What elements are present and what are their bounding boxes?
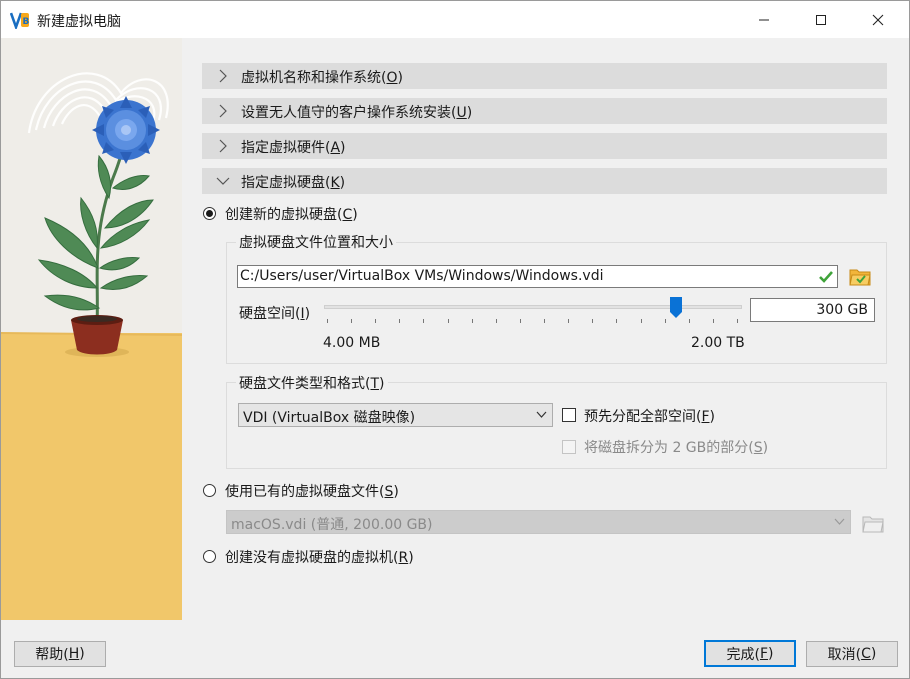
- chevron-right-icon: [219, 69, 227, 83]
- title-bar: B 新建虚拟电脑: [1, 1, 909, 38]
- disk-path-input[interactable]: C:/Users/user/VirtualBox VMs/Windows/Win…: [237, 265, 838, 288]
- slider-tick: [544, 319, 546, 323]
- disk-size-input[interactable]: 300 GB: [750, 298, 875, 322]
- no-disk-radio[interactable]: [203, 550, 216, 563]
- slider-tick: [471, 319, 473, 323]
- section-label: 指定虚拟硬盘(K): [241, 175, 346, 191]
- preallocate-label[interactable]: 预先分配全部空间(F): [584, 406, 715, 426]
- potted-flower-illustration: [1, 38, 182, 620]
- dialog-footer: 帮助(H) 完成(F) 取消(C): [1, 627, 909, 678]
- slider-tick: [592, 319, 594, 323]
- check-icon: [819, 271, 833, 283]
- slider-tick: [519, 319, 521, 323]
- slider-tick: [423, 319, 425, 323]
- folder-icon: [862, 516, 884, 533]
- folder-icon[interactable]: [849, 266, 871, 286]
- maximize-icon: [816, 14, 826, 25]
- format-group-title: 硬盘文件类型和格式(T): [236, 373, 388, 393]
- new-vm-dialog: B 新建虚拟电脑 虚拟机名称和操作系统(O) 设置无人值守的客户操作系统安装(U…: [0, 0, 910, 679]
- disk-size-value: 300 GB: [816, 302, 868, 318]
- slider-tick: [712, 319, 714, 323]
- minimize-button[interactable]: [741, 1, 787, 38]
- slider-tick: [688, 319, 690, 323]
- slider-tick: [737, 319, 738, 323]
- existing-disk-select: macOS.vdi (普通, 200.00 GB): [226, 510, 851, 534]
- minimize-icon: [759, 19, 769, 20]
- slider-tick: [327, 319, 328, 323]
- section-label: 设置无人值守的客户操作系统安装(U): [241, 105, 473, 121]
- slider-tick: [351, 319, 353, 323]
- disk-format-value: VDI (VirtualBox 磁盘映像): [243, 410, 416, 426]
- chevron-down-icon: [834, 518, 845, 525]
- slider-tick: [568, 319, 570, 323]
- chevron-down-icon: [216, 177, 230, 185]
- use-existing-disk-radio[interactable]: [203, 484, 216, 497]
- finish-button[interactable]: 完成(F): [704, 640, 796, 667]
- use-existing-disk-label[interactable]: 使用已有的虚拟硬盘文件(S): [225, 481, 399, 501]
- wizard-illustration: [1, 38, 182, 620]
- svg-text:B: B: [23, 17, 30, 27]
- create-new-disk-label[interactable]: 创建新的虚拟硬盘(C): [225, 204, 358, 224]
- slider-min-label: 4.00 MB: [323, 335, 381, 351]
- section-label: 虚拟机名称和操作系统(O): [241, 70, 403, 86]
- close-button[interactable]: [855, 1, 901, 38]
- section-name-and-os[interactable]: 虚拟机名称和操作系统(O): [202, 63, 887, 89]
- disk-path-value: C:/Users/user/VirtualBox VMs/Windows/Win…: [240, 268, 604, 284]
- slider-tick: [375, 319, 377, 323]
- slider-tick: [640, 319, 642, 323]
- no-disk-label[interactable]: 创建没有虚拟硬盘的虚拟机(R): [225, 547, 414, 567]
- split-disk-checkbox: [562, 440, 576, 454]
- chevron-down-icon: [536, 411, 547, 418]
- maximize-button[interactable]: [798, 1, 844, 38]
- window-title: 新建虚拟电脑: [37, 14, 121, 30]
- slider-tick: [616, 319, 618, 323]
- slider-tick: [447, 319, 449, 323]
- create-new-disk-radio[interactable]: [203, 207, 216, 220]
- disk-format-select[interactable]: VDI (VirtualBox 磁盘映像): [238, 403, 553, 427]
- preallocate-checkbox[interactable]: [562, 408, 576, 422]
- section-label: 指定虚拟硬件(A): [241, 140, 346, 156]
- slider-tick: [399, 319, 401, 323]
- chevron-right-icon: [219, 139, 227, 153]
- slider-max-label: 2.00 TB: [691, 335, 745, 351]
- section-hard-disk[interactable]: 指定虚拟硬盘(K): [202, 168, 887, 194]
- cancel-button[interactable]: 取消(C): [806, 641, 898, 667]
- split-disk-label: 将磁盘拆分为 2 GB的部分(S): [584, 440, 769, 456]
- help-button[interactable]: 帮助(H): [14, 641, 106, 667]
- existing-disk-value: macOS.vdi (普通, 200.00 GB): [231, 517, 433, 533]
- virtualbox-logo-icon: B: [10, 11, 30, 29]
- slider-tick: [664, 319, 666, 323]
- location-size-group-title: 虚拟硬盘文件位置和大小: [236, 232, 396, 252]
- chevron-right-icon: [219, 104, 227, 118]
- disk-size-slider-thumb[interactable]: [669, 297, 682, 319]
- close-icon: [872, 14, 884, 25]
- disk-size-label: 硬盘空间(I): [239, 306, 311, 322]
- section-unattended-install[interactable]: 设置无人值守的客户操作系统安装(U): [202, 98, 887, 124]
- slider-tick: [495, 319, 497, 323]
- section-hardware[interactable]: 指定虚拟硬件(A): [202, 133, 887, 159]
